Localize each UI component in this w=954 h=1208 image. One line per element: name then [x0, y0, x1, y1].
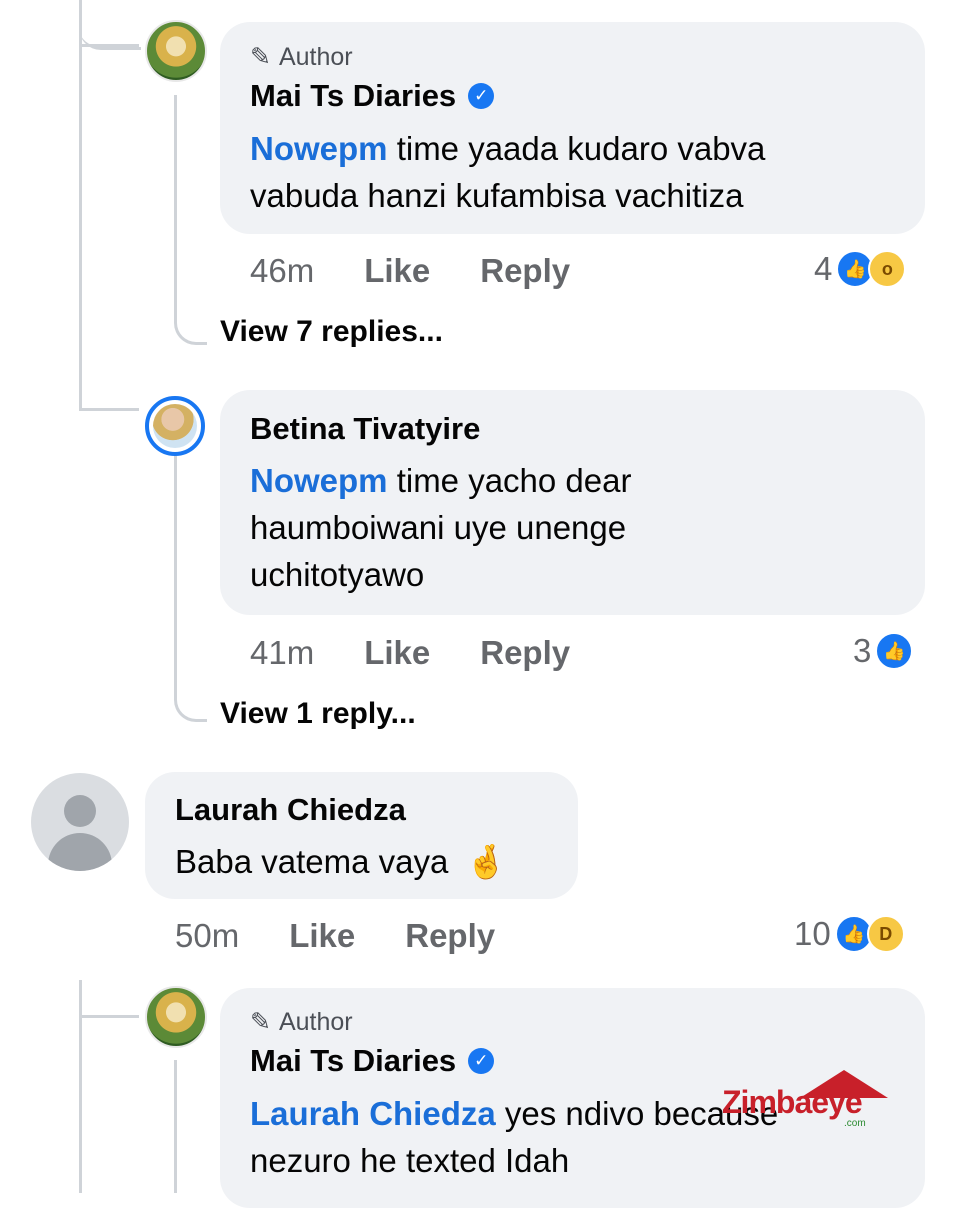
- commenter-name[interactable]: Mai Ts Diaries ✓: [250, 78, 495, 114]
- reaction-count: 3: [853, 632, 872, 669]
- replies-connector: [174, 455, 207, 722]
- reaction-summary[interactable]: 3 👍: [853, 632, 914, 670]
- watermark-logo: Zimbaeye .com: [722, 1070, 912, 1140]
- mention-link[interactable]: Nowepm: [250, 130, 388, 167]
- thread-connector: [79, 0, 141, 50]
- haha-icon: D: [866, 915, 905, 953]
- avatar[interactable]: [145, 396, 205, 456]
- view-replies-link[interactable]: View 7 replies...: [220, 315, 443, 349]
- comment-text: Nowepm time yacho dear haumboiwani uye u…: [250, 462, 632, 593]
- author-tag: ✎ Author: [250, 1007, 353, 1037]
- comment-actions: 50m Like Reply: [175, 917, 495, 955]
- mention-link[interactable]: Nowepm: [250, 462, 388, 499]
- thread-line: [174, 1060, 177, 1193]
- thread-connector: [79, 44, 139, 47]
- default-avatar-icon[interactable]: [31, 773, 129, 871]
- crossed-fingers-emoji: 🤞: [465, 843, 507, 880]
- comment-text: Nowepm time yaada kudaro vabva vabuda ha…: [250, 130, 766, 214]
- avatar[interactable]: [145, 20, 207, 82]
- reply-button[interactable]: Reply: [480, 634, 570, 672]
- verified-badge-icon: ✓: [468, 1048, 495, 1074]
- thread-line: [79, 0, 82, 410]
- like-icon: 👍: [875, 632, 914, 670]
- reaction-count: 10: [794, 915, 831, 952]
- comment-text: Baba vatema vaya 🤞: [175, 843, 507, 880]
- comment-text: Laurah Chiedza yes ndivo because nezuro …: [250, 1095, 779, 1179]
- author-tag: ✎ Author: [250, 42, 353, 72]
- timestamp[interactable]: 46m: [250, 252, 314, 290]
- timestamp[interactable]: 41m: [250, 634, 314, 672]
- commenter-name[interactable]: Laurah Chiedza: [175, 792, 406, 828]
- reply-button[interactable]: Reply: [405, 917, 495, 955]
- commenter-name[interactable]: Mai Ts Diaries ✓: [250, 1043, 495, 1079]
- view-replies-link[interactable]: View 1 reply...: [220, 697, 416, 731]
- like-button[interactable]: Like: [364, 252, 430, 290]
- replies-connector: [174, 95, 207, 345]
- commenter-name[interactable]: Betina Tivatyire: [250, 411, 480, 447]
- like-button[interactable]: Like: [364, 634, 430, 672]
- reaction-count: 4: [814, 250, 833, 287]
- comment-actions: 46m Like Reply: [250, 252, 570, 290]
- thread-line: [79, 980, 82, 1193]
- thread-connector: [79, 1015, 139, 1018]
- verified-badge-icon: ✓: [468, 83, 495, 109]
- reply-button[interactable]: Reply: [480, 252, 570, 290]
- reaction-summary[interactable]: 10 👍 D: [794, 915, 905, 953]
- like-button[interactable]: Like: [289, 917, 355, 955]
- comment-actions: 41m Like Reply: [250, 634, 570, 672]
- avatar[interactable]: [145, 986, 207, 1048]
- mention-link[interactable]: Laurah Chiedza: [250, 1095, 496, 1132]
- timestamp[interactable]: 50m: [175, 917, 239, 955]
- reaction-summary[interactable]: 4 👍 o: [814, 250, 907, 288]
- pencil-icon: ✎: [250, 1008, 271, 1036]
- wow-icon: o: [868, 250, 907, 288]
- pencil-icon: ✎: [250, 43, 271, 71]
- thread-connector: [79, 408, 139, 411]
